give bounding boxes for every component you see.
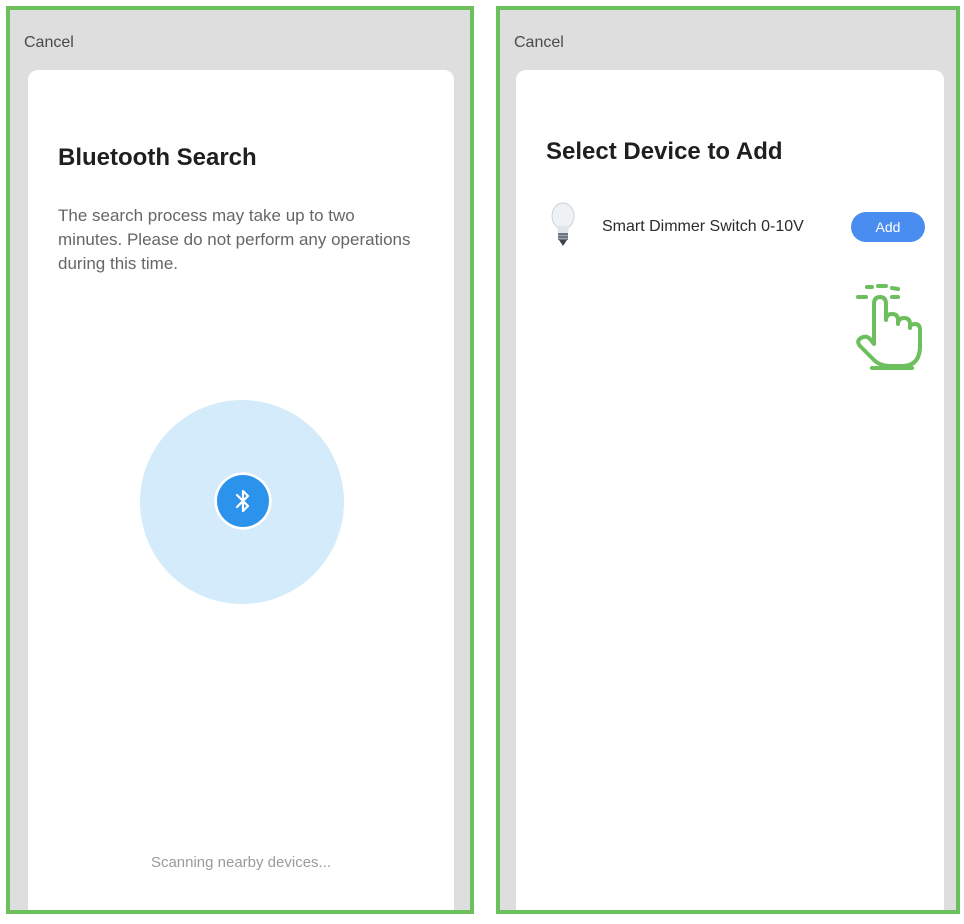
cancel-button[interactable]: Cancel [514,34,564,52]
light-bulb-icon [546,200,580,252]
page-title: Bluetooth Search [58,144,257,171]
tap-hand-icon [834,280,934,380]
content-card: Bluetooth Search The search process may … [28,70,454,910]
device-list-item[interactable]: Smart Dimmer Switch 0-10V Add [540,198,934,254]
page-title: Select Device to Add [546,138,783,165]
bluetooth-icon [214,472,272,530]
device-name: Smart Dimmer Switch 0-10V [602,218,804,235]
search-description: The search process may take up to two mi… [58,206,411,273]
select-device-screen: Cancel Select Device to Add Smart Dimmer… [496,6,960,914]
cancel-button[interactable]: Cancel [24,34,74,52]
scanning-status: Scanning nearby devices... [150,854,332,871]
add-device-button[interactable]: Add [851,212,925,242]
bluetooth-search-screen: Cancel Bluetooth Search The search proce… [6,6,474,914]
content-card: Select Device to Add Smart Dimmer Switch… [516,70,944,910]
